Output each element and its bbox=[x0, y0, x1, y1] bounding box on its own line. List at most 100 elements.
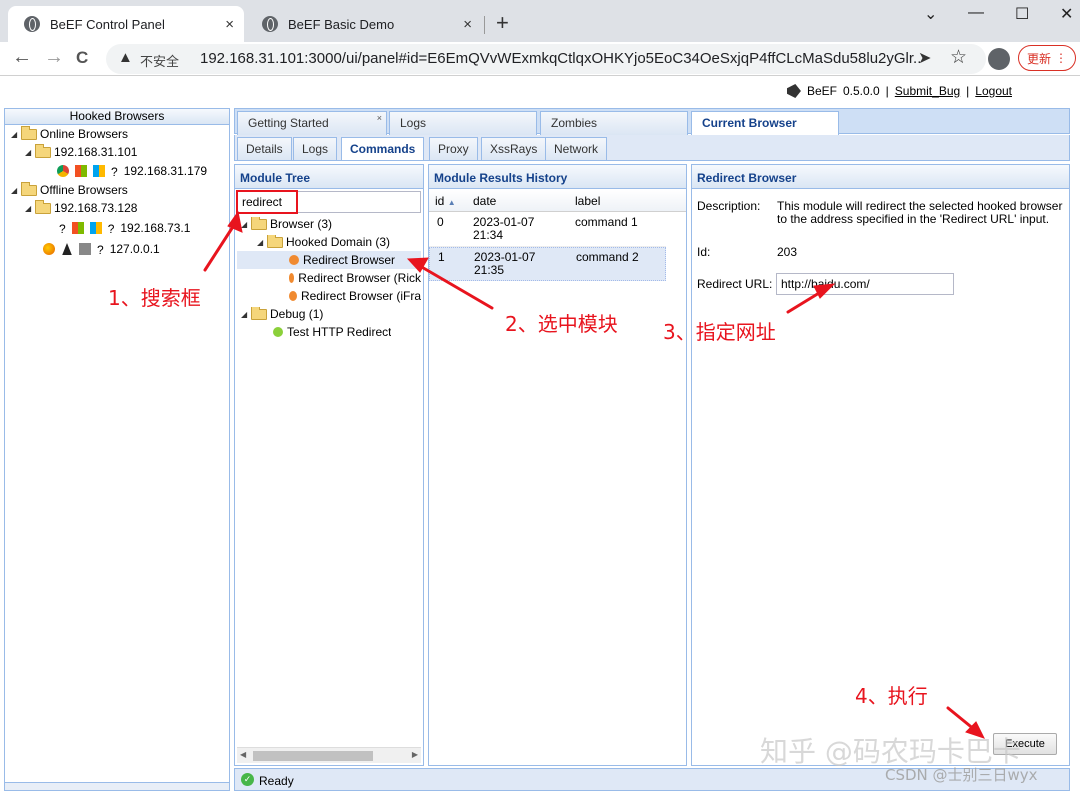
tree-label: Online Browsers bbox=[40, 127, 129, 141]
annotation-select-module: 2、选中模块 bbox=[505, 312, 618, 336]
tab-label: Current Browser bbox=[702, 116, 797, 130]
folder-icon bbox=[35, 143, 51, 158]
server-icon bbox=[79, 243, 91, 255]
back-button[interactable]: ← bbox=[12, 46, 32, 69]
close-icon[interactable]: × bbox=[463, 16, 472, 33]
maximize-button[interactable]: ☐ bbox=[1015, 4, 1029, 24]
tree-online-browsers[interactable]: ◢ Online Browsers bbox=[11, 125, 129, 141]
tree-label: Browser (3) bbox=[270, 217, 333, 231]
folder-icon bbox=[251, 217, 267, 230]
insecure-label[interactable]: 不安全 bbox=[140, 51, 179, 70]
separator: | bbox=[885, 84, 889, 98]
module-redirect-browser-rick[interactable]: Redirect Browser (Rick bbox=[289, 271, 421, 285]
column-date[interactable]: date bbox=[473, 194, 496, 208]
hooked-browsers-panel: Hooked Browsers ◢ Online Browsers ◢ 192.… bbox=[4, 108, 230, 791]
column-label: id bbox=[435, 194, 445, 208]
windows-icon bbox=[71, 222, 84, 234]
folder-icon bbox=[251, 307, 267, 320]
folder-icon bbox=[21, 125, 37, 140]
tree-debug-category[interactable]: ◢ Debug (1) bbox=[241, 307, 323, 321]
forward-button[interactable]: → bbox=[44, 46, 64, 69]
profile-avatar[interactable] bbox=[988, 48, 1010, 70]
globe-icon bbox=[262, 16, 278, 32]
id-value: 203 bbox=[777, 245, 798, 259]
tree-offline-browsers[interactable]: ◢ Offline Browsers bbox=[11, 181, 128, 197]
submit-bug-link[interactable]: Submit_Bug bbox=[895, 84, 960, 98]
scroll-thumb[interactable] bbox=[253, 751, 373, 761]
search-highlight-box bbox=[236, 190, 298, 214]
id-label: Id: bbox=[697, 245, 711, 259]
send-icon[interactable]: ➤ bbox=[918, 48, 931, 68]
star-icon[interactable]: ☆ bbox=[950, 46, 967, 69]
browser-tab-beef-basic-demo[interactable]: BeEF Basic Demo × bbox=[246, 6, 482, 42]
tab-zombies[interactable]: Zombies bbox=[540, 111, 688, 135]
tab-xssrays[interactable]: XssRays bbox=[481, 137, 547, 160]
redirect-browser-title: Redirect Browser bbox=[692, 165, 1069, 189]
tab-separator bbox=[484, 16, 485, 34]
tab-proxy[interactable]: Proxy bbox=[429, 137, 478, 160]
module-status-icon bbox=[289, 273, 295, 283]
tree-local-client[interactable]: ? 127.0.0.1 bbox=[43, 242, 160, 257]
windows-icon bbox=[75, 165, 87, 177]
tree-label: 192.168.73.1 bbox=[120, 221, 191, 235]
browser-tab-beef-control-panel[interactable]: BeEF Control Panel × bbox=[8, 6, 244, 42]
table-row[interactable]: 0 2023-01-07 21:34 command 1 bbox=[429, 213, 666, 247]
table-row[interactable]: 1 2023-01-07 21:35 command 2 bbox=[429, 247, 666, 281]
module-label: Redirect Browser bbox=[303, 253, 396, 267]
tree-online-host[interactable]: ◢ 192.168.31.101 bbox=[25, 143, 137, 159]
tab-commands[interactable]: Commands bbox=[341, 137, 425, 160]
logout-link[interactable]: Logout bbox=[975, 84, 1012, 98]
redirect-url-input[interactable] bbox=[776, 273, 954, 295]
sort-asc-icon: ▲ bbox=[447, 198, 456, 207]
hooked-panel-footer bbox=[5, 782, 229, 790]
tab-current-browser[interactable]: Current Browser bbox=[691, 111, 839, 136]
horizontal-scrollbar[interactable]: ◀ ▶ bbox=[237, 747, 421, 763]
cell-id: 0 bbox=[437, 215, 444, 229]
chevron-down-icon[interactable]: ⌄ bbox=[924, 4, 937, 24]
window-close-button[interactable]: ✕ bbox=[1060, 4, 1073, 24]
scroll-left-icon[interactable]: ◀ bbox=[240, 750, 246, 759]
menu-icon: ⋮ bbox=[1055, 51, 1067, 65]
description-label: Description: bbox=[697, 199, 761, 213]
cell-id: 1 bbox=[438, 250, 445, 264]
tree-online-client[interactable]: ? 192.168.31.179 bbox=[57, 164, 208, 179]
tab-getting-started[interactable]: Getting Started × bbox=[237, 111, 387, 135]
tab-logs[interactable]: Logs bbox=[293, 137, 338, 160]
update-button[interactable]: 更新 ⋮ bbox=[1018, 45, 1076, 71]
version: 0.5.0.0 bbox=[842, 84, 880, 98]
tree-label: 192.168.73.128 bbox=[54, 201, 138, 215]
module-test-http-redirect[interactable]: Test HTTP Redirect bbox=[273, 325, 391, 339]
close-icon[interactable]: × bbox=[225, 16, 234, 33]
expand-icon: ◢ bbox=[241, 219, 248, 229]
module-redirect-browser-iframe[interactable]: Redirect Browser (iFra bbox=[289, 289, 421, 303]
tab-details[interactable]: Details bbox=[237, 137, 292, 160]
new-tab-button[interactable]: + bbox=[496, 10, 509, 36]
tab-network[interactable]: Network bbox=[545, 137, 608, 160]
expand-icon: ◢ bbox=[11, 185, 18, 195]
module-label: Redirect Browser (Rick bbox=[298, 271, 421, 285]
description-text: This module will redirect the selected h… bbox=[777, 199, 1063, 226]
tree-browser-category[interactable]: ◢ Browser (3) bbox=[241, 217, 332, 231]
column-id[interactable]: id ▲ bbox=[435, 194, 456, 208]
column-label[interactable]: label bbox=[575, 194, 600, 208]
tree-offline-client[interactable]: ? ? 192.168.73.1 bbox=[59, 221, 191, 236]
scroll-right-icon[interactable]: ▶ bbox=[412, 750, 418, 759]
tree-hooked-domain[interactable]: ◢ Hooked Domain (3) bbox=[257, 235, 390, 249]
close-icon[interactable]: × bbox=[377, 113, 382, 123]
tree-offline-host[interactable]: ◢ 192.168.73.128 bbox=[25, 199, 138, 215]
warning-icon: ▲ bbox=[118, 49, 133, 66]
tab-logs[interactable]: Logs bbox=[389, 111, 537, 135]
linux-icon bbox=[62, 243, 72, 255]
address-bar[interactable]: ▲ 不安全 192.168.31.101:3000/ui/panel#id=E6… bbox=[106, 44, 986, 74]
folder-icon bbox=[21, 181, 37, 196]
expand-icon: ◢ bbox=[241, 309, 248, 319]
annotation-search-box: 1、搜索框 bbox=[108, 286, 201, 310]
annotation-execute: 4、执行 bbox=[855, 684, 928, 708]
tree-label: 192.168.31.179 bbox=[123, 164, 208, 178]
url-text[interactable]: 192.168.31.101:3000/ui/panel#id=E6EmQVvW… bbox=[200, 50, 920, 67]
module-redirect-browser[interactable]: Redirect Browser bbox=[237, 251, 421, 269]
reload-button[interactable]: C bbox=[76, 48, 88, 68]
annotation-specify-url: 3、指定网址 bbox=[663, 320, 776, 344]
tab-label: Zombies bbox=[551, 116, 598, 130]
minimize-button[interactable]: — bbox=[968, 4, 984, 22]
